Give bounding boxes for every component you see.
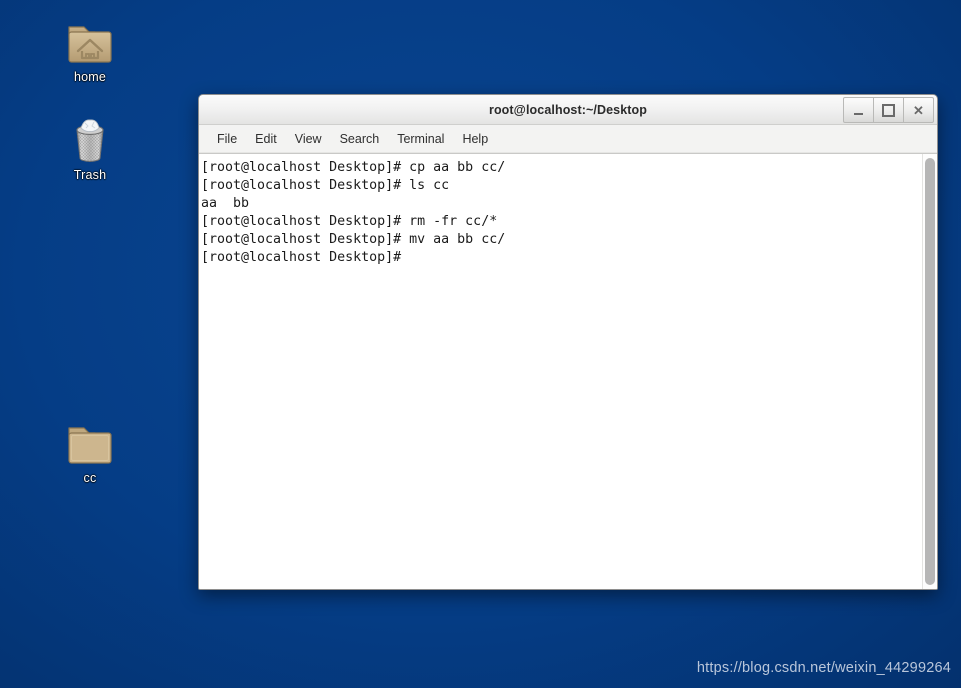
desktop-icon-label: Trash — [73, 168, 107, 182]
menu-bar: File Edit View Search Terminal Help — [199, 125, 937, 153]
terminal-output[interactable]: [root@localhost Desktop]# cp aa bb cc/ [… — [199, 154, 922, 589]
desktop[interactable]: home Trash cc root@localhost:~/Desktop ✕… — [0, 0, 961, 688]
home-folder-icon — [45, 10, 135, 66]
watermark-url: https://blog.csdn.net/weixin_44299264 — [696, 660, 951, 676]
scrollbar-thumb[interactable] — [925, 158, 935, 585]
desktop-icon-cc[interactable]: cc — [45, 411, 135, 485]
menu-item-help[interactable]: Help — [453, 129, 497, 149]
desktop-icon-home[interactable]: home — [45, 10, 135, 84]
minimize-button[interactable] — [843, 97, 874, 123]
terminal-scrollbar[interactable] — [922, 154, 937, 589]
close-button[interactable]: ✕ — [904, 97, 934, 123]
menu-item-terminal[interactable]: Terminal — [388, 129, 453, 149]
terminal-body[interactable]: [root@localhost Desktop]# cp aa bb cc/ [… — [199, 153, 937, 589]
desktop-icon-trash[interactable]: Trash — [45, 108, 135, 182]
terminal-window[interactable]: root@localhost:~/Desktop ✕ File Edit Vie… — [198, 94, 938, 590]
window-controls: ✕ — [843, 97, 934, 123]
minimize-icon — [854, 112, 863, 115]
maximize-icon — [882, 103, 895, 117]
close-icon: ✕ — [913, 102, 924, 118]
folder-icon — [45, 411, 135, 467]
trash-can-icon — [45, 108, 135, 164]
menu-item-view[interactable]: View — [286, 129, 331, 149]
maximize-button[interactable] — [874, 97, 904, 123]
window-title: root@localhost:~/Desktop — [488, 102, 647, 117]
desktop-icon-label: cc — [83, 471, 97, 485]
window-titlebar[interactable]: root@localhost:~/Desktop ✕ — [199, 95, 937, 125]
desktop-icon-label: home — [73, 70, 107, 84]
menu-item-search[interactable]: Search — [331, 129, 389, 149]
menu-item-file[interactable]: File — [208, 129, 246, 149]
menu-item-edit[interactable]: Edit — [246, 129, 286, 149]
